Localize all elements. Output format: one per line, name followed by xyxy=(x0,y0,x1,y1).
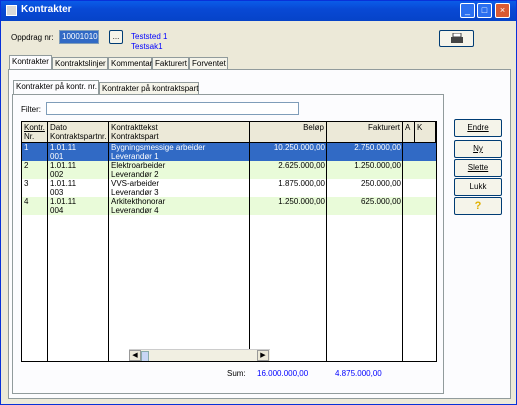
cell-text: Bygningsmessige arbeider xyxy=(111,143,206,152)
cell-text: 1 xyxy=(24,143,29,152)
col-header-belop[interactable]: Beløp xyxy=(250,122,327,143)
teststed-label: Teststed 1 xyxy=(131,32,168,41)
table-cell: 1.01.11 002 xyxy=(48,161,109,179)
browse-button[interactable]: ... xyxy=(109,30,123,44)
cell-text: Leverandør 3 xyxy=(111,188,159,197)
cell-text: 10.250.000,00 xyxy=(273,143,325,152)
table-cell: Bygningsmessige arbeider Leverandør 1 xyxy=(109,143,250,161)
col-header-a[interactable]: A xyxy=(403,122,415,143)
filter-label: Filter: xyxy=(21,105,41,114)
sum-label: Sum: xyxy=(227,369,246,378)
scroll-left-icon[interactable]: ◀ xyxy=(129,350,141,361)
col-header-fakturert[interactable]: Fakturert xyxy=(327,122,403,143)
table-cell: 625.000,00 xyxy=(327,197,403,215)
filter-input[interactable] xyxy=(46,102,299,115)
ny-button[interactable]: Ny xyxy=(454,140,502,158)
cell-text: 625.000,00 xyxy=(360,197,401,206)
subtab-kontr-nr[interactable]: Kontrakter på kontr. nr. xyxy=(13,80,99,95)
table-cell: 1.250.000,00 xyxy=(250,197,327,215)
cell-text: 250.000,00 xyxy=(360,179,401,188)
cell-text: 2.625.000,00 xyxy=(278,161,325,170)
col-header-nr[interactable]: Kontr. Nr. xyxy=(22,122,48,143)
cell-text: 2.750.000,00 xyxy=(354,143,401,152)
table-cell: 1.01.11 003 xyxy=(48,179,109,197)
cell-text: 3 xyxy=(24,179,29,188)
cell-text: Elektroarbeider xyxy=(111,161,166,170)
maximize-button[interactable]: □ xyxy=(477,3,492,18)
table-cell: 2.750.000,00 xyxy=(327,143,403,161)
table-row[interactable]: 4 1.01.11 004 Arkitekthonorar Leverandør 4 1.… xyxy=(22,197,436,215)
table-cell: 1.01.11 004 xyxy=(48,197,109,215)
sum-fakturert: 4.875.000,00 xyxy=(335,369,382,378)
print-button[interactable] xyxy=(439,30,474,47)
scroll-thumb[interactable] xyxy=(141,351,149,361)
testsak-label: Testsak1 xyxy=(131,42,163,51)
cell-text: 4 xyxy=(24,197,29,206)
close-button[interactable]: × xyxy=(495,3,510,18)
minimize-button[interactable]: _ xyxy=(460,3,475,18)
table-cell: 1.250.000,00 xyxy=(327,161,403,179)
table-cell: 2.625.000,00 xyxy=(250,161,327,179)
window: Kontrakter _ □ × Oppdrag nr: 10001010 ..… xyxy=(0,0,517,405)
cell-text: 2 xyxy=(24,161,29,170)
cell-text: 004 xyxy=(50,206,64,215)
cell-text: 001 xyxy=(50,152,64,161)
horizontal-scrollbar[interactable]: ◀ ▶ xyxy=(129,349,270,361)
help-button[interactable]: ? xyxy=(454,197,502,215)
table-cell: 2 xyxy=(22,161,48,179)
window-title: Kontrakter xyxy=(21,4,72,15)
table-row[interactable]: 1 1.01.11 001 Bygningsmessige arbeider Lever… xyxy=(22,143,436,161)
table-cell: 1 xyxy=(22,143,48,161)
title-bar: Kontrakter _ □ × xyxy=(1,1,516,21)
cell-text: Leverandør 1 xyxy=(111,152,159,161)
slette-button[interactable]: Slette xyxy=(454,159,502,177)
lukk-button[interactable]: Lukk xyxy=(454,178,502,196)
cell-text: 1.01.11 xyxy=(50,161,77,170)
endre-button[interactable]: Endre xyxy=(454,119,502,137)
app-icon xyxy=(6,5,17,16)
cell-text: Leverandør 4 xyxy=(111,206,159,215)
col-header-k[interactable]: K xyxy=(415,122,436,143)
cell-text: VVS-arbeider xyxy=(111,179,160,188)
oppdrag-label: Oppdrag nr: xyxy=(11,33,54,42)
cell-text: 1.250.000,00 xyxy=(354,161,401,170)
col-header-tekst[interactable]: Kontrakttekst Kontraktspart xyxy=(109,122,250,143)
table-cell: 1.875.000,00 xyxy=(250,179,327,197)
sum-belop: 16.000.000,00 xyxy=(257,369,309,378)
cell-text: 1.250.000,00 xyxy=(278,197,325,206)
contracts-table: Kontr. Nr. Dato Kontraktspartnr. Kontraktt… xyxy=(21,121,437,362)
cell-text: Arkitekthonorar xyxy=(111,197,166,206)
table-cell: Arkitekthonorar Leverandør 4 xyxy=(109,197,250,215)
cell-text: 003 xyxy=(50,188,64,197)
cell-text: 002 xyxy=(50,170,64,179)
printer-icon xyxy=(450,32,463,43)
table-cell: VVS-arbeider Leverandør 3 xyxy=(109,179,250,197)
cell-text: 1.01.11 xyxy=(50,143,77,152)
table-cell: 4 xyxy=(22,197,48,215)
table-cell: 10.250.000,00 xyxy=(250,143,327,161)
cell-text: Leverandør 2 xyxy=(111,170,159,179)
table-row[interactable]: 3 1.01.11 003 VVS-arbeider Leverandør 3 1.875… xyxy=(22,179,436,197)
col-header-dato[interactable]: Dato Kontraktspartnr. xyxy=(48,122,109,143)
cell-text: 1.01.11 xyxy=(50,197,77,206)
table-cell: 1.01.11 001 xyxy=(48,143,109,161)
table-cell: 250.000,00 xyxy=(327,179,403,197)
cell-text: 1.01.11 xyxy=(50,179,77,188)
table-cell: Elektroarbeider Leverandør 2 xyxy=(109,161,250,179)
table-row[interactable]: 2 1.01.11 002 Elektroarbeider Leverandør 2 2.… xyxy=(22,161,436,179)
tab-kontrakter[interactable]: Kontrakter xyxy=(9,55,52,70)
cell-text: 1.875.000,00 xyxy=(278,179,325,188)
table-cell: 3 xyxy=(22,179,48,197)
scroll-right-icon[interactable]: ▶ xyxy=(257,350,269,361)
oppdrag-input[interactable]: 10001010 xyxy=(59,30,99,44)
